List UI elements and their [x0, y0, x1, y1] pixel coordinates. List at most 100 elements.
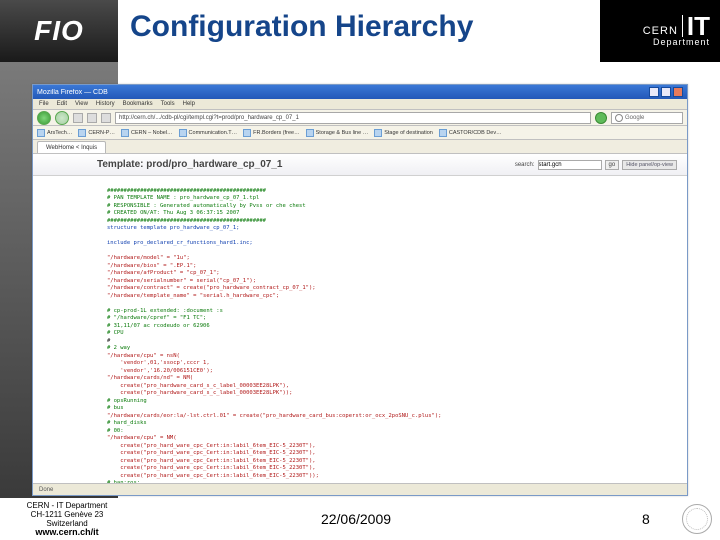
bookmark-item[interactable]: CASTOR/CDB Dev… — [439, 129, 502, 137]
footer-url: www.cern.ch/it — [4, 528, 130, 537]
code-line: ########################################… — [107, 218, 266, 224]
code-line: 'vendor','16.20/006151CE0'); — [107, 368, 213, 374]
search-icon — [615, 114, 623, 122]
bookmark-label: Stage of destination — [384, 130, 433, 136]
code-line: "/hardware/cpu" = nsN( — [107, 353, 180, 359]
bookmark-label: CERN-P… — [88, 130, 115, 136]
code-line: create("pro_hardware_card_s_c_label_0000… — [107, 383, 289, 389]
footer-date: 22/06/2009 — [130, 511, 642, 527]
toggle-panel-button[interactable]: Hide panel/op-view — [622, 160, 677, 170]
code-line: # bus — [107, 405, 124, 411]
navigation-toolbar: http://cern.ch/.../cdb-pl/cgi/templ.cgi?… — [33, 110, 687, 126]
url-input[interactable]: http://cern.ch/.../cdb-pl/cgi/templ.cgi?… — [115, 112, 591, 124]
tab-active[interactable]: WebHome < Inquis — [37, 141, 106, 153]
menu-help[interactable]: Help — [183, 101, 195, 107]
go-button[interactable]: go — [605, 160, 620, 170]
window-title-text: Mozilla Firefox — CDB — [37, 89, 649, 96]
footer-line2: CH-1211 Genève 23 — [4, 510, 130, 519]
document-header: Template: prod/pro_hardware_cp_07_1 sear… — [33, 154, 687, 176]
code-line: create("pro_hard_ware_cpc_Cert:in:labil_… — [107, 465, 316, 471]
template-source[interactable]: ########################################… — [33, 176, 687, 483]
bookmark-icon — [121, 129, 129, 137]
it-big: IT — [682, 15, 710, 37]
bookmark-icon — [439, 129, 447, 137]
bookmark-item[interactable]: Communication.T… — [179, 129, 238, 137]
code-line: create("pro_hard_ware_cpc_Cert:in:labil_… — [107, 473, 319, 479]
status-text: Done — [39, 487, 53, 493]
code-line: # 31,11/07 ac rcodeudo or 62906 — [107, 323, 210, 329]
bookmark-item[interactable]: FR.Borders (free… — [243, 129, 299, 137]
fio-text: FIO — [34, 15, 84, 47]
code-line: # hard_disks — [107, 420, 147, 426]
home-icon[interactable] — [101, 113, 111, 123]
template-search: search: go Hide panel/op-view — [515, 160, 677, 170]
reload-icon[interactable] — [73, 113, 83, 123]
bookmark-label: Storage & Bus line … — [316, 130, 369, 136]
url-text: http://cern.ch/.../cdb-pl/cgi/templ.cgi?… — [119, 115, 299, 121]
code-line: "/hardware/contract" = create("pro_hardw… — [107, 285, 316, 291]
code-line: "/hardware/serialnumber" = serial("cp_07… — [107, 278, 256, 284]
code-line: ########################################… — [107, 188, 266, 194]
menu-file[interactable]: File — [39, 101, 49, 107]
page-number: 8 — [642, 511, 682, 527]
cern-small: CERN — [643, 25, 678, 37]
bookmark-icon — [374, 129, 382, 137]
go-icon[interactable] — [595, 112, 607, 124]
bookmark-item[interactable]: ArsTech… — [37, 129, 72, 137]
close-icon[interactable] — [673, 87, 683, 97]
code-line: # PAN TEMPLATE NAME : pro_hardware_cp_07… — [107, 195, 259, 201]
search-placeholder: Google — [625, 115, 644, 121]
tab-bar: WebHome < Inquis — [33, 140, 687, 154]
code-line: create("pro_hard_ware_cpc_Cert:in:labil_… — [107, 443, 316, 449]
code-line: include pro_declared_cr_functions_hard1.… — [107, 240, 253, 246]
code-line: # "/hardware/cpref" = "F1 TC"; — [107, 315, 206, 321]
code-line: # CREATED ON/AT: Thu Aug 3 06:37:15 2007 — [107, 210, 239, 216]
cern-it-logo: CERN IT Department — [600, 0, 720, 62]
bookmarks-bar: ArsTech… CERN-P… CERN – Nobel… Communica… — [33, 126, 687, 140]
bookmark-item[interactable]: Stage of destination — [374, 129, 433, 137]
menu-history[interactable]: History — [96, 101, 115, 107]
code-line: # CPU — [107, 330, 124, 336]
browser-statusbar: Done — [33, 483, 687, 495]
menu-bookmarks[interactable]: Bookmarks — [123, 101, 153, 107]
maximize-icon[interactable] — [661, 87, 671, 97]
document-title: Template: prod/pro_hardware_cp_07_1 — [43, 159, 282, 170]
code-line: # 2 way — [107, 345, 130, 351]
slide-footer: CERN - IT Department CH-1211 Genève 23 S… — [0, 498, 720, 540]
minimize-icon[interactable] — [649, 87, 659, 97]
cern-wheel-icon — [682, 504, 712, 534]
footer-line1: CERN - IT Department — [4, 501, 130, 510]
bookmark-label: ArsTech… — [47, 130, 72, 136]
menu-view[interactable]: View — [75, 101, 88, 107]
menu-edit[interactable]: Edit — [57, 101, 67, 107]
code-line: "/hardware/template_name" = "serial.h_ha… — [107, 293, 279, 299]
bookmark-item[interactable]: Storage & Bus line … — [306, 129, 369, 137]
code-line: "/hardware/cards/eor:la/-lst.ctrl.01" = … — [107, 413, 441, 419]
code-line: "/hardware/cpu" = NM( — [107, 435, 177, 441]
search-input[interactable]: Google — [611, 112, 683, 124]
code-line: # opsRunning — [107, 398, 147, 404]
bookmark-icon — [37, 129, 45, 137]
code-line: create("pro_hard_ware_cpc_Cert:in:labil_… — [107, 458, 316, 464]
bookmark-item[interactable]: CERN-P… — [78, 129, 115, 137]
bookmark-item[interactable]: CERN – Nobel… — [121, 129, 173, 137]
bookmark-label: Communication.T… — [189, 130, 238, 136]
code-line: "/hardware/afProduct" = "cp_07_1"; — [107, 270, 220, 276]
forward-icon[interactable] — [55, 111, 69, 125]
code-line: 'vendor',01,'ssocp',cccr 1, — [107, 360, 210, 366]
bookmark-label: CASTOR/CDB Dev… — [449, 130, 502, 136]
template-search-input[interactable] — [538, 160, 602, 170]
bookmark-icon — [306, 129, 314, 137]
fio-logo: FIO — [0, 0, 118, 62]
back-icon[interactable] — [37, 111, 51, 125]
stop-icon[interactable] — [87, 113, 97, 123]
browser-window: Mozilla Firefox — CDB File Edit View His… — [32, 84, 688, 496]
bookmark-label: FR.Borders (free… — [253, 130, 299, 136]
window-titlebar[interactable]: Mozilla Firefox — CDB — [33, 85, 687, 99]
menu-tools[interactable]: Tools — [161, 101, 175, 107]
footer-address: CERN - IT Department CH-1211 Genève 23 S… — [0, 501, 130, 537]
code-line: # 00: — [107, 428, 124, 434]
department-label: Department — [653, 37, 710, 47]
slide-title: Configuration Hierarchy — [130, 10, 473, 44]
code-line: create("pro_hardware_card_s_c_label_0000… — [107, 390, 292, 396]
